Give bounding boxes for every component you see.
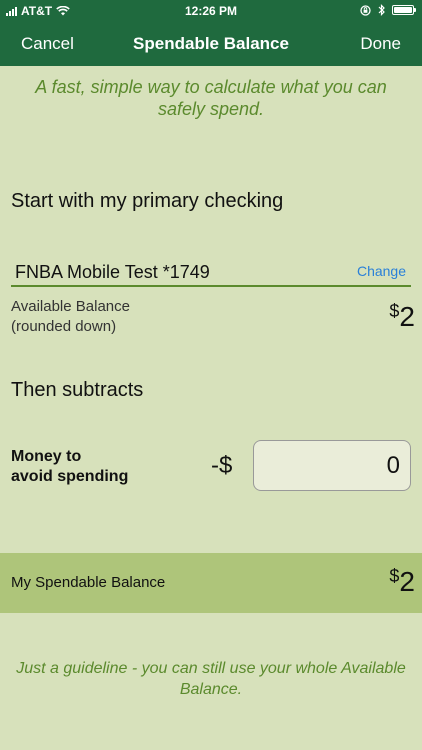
page-title: Spendable Balance [133,34,289,53]
guideline-text: Just a guideline - you can still use you… [16,660,406,698]
money-to-avoid-label-line2: avoid spending [11,468,129,485]
available-balance-value: 2 [399,301,415,332]
bluetooth-icon [378,4,385,16]
account-selector[interactable]: FNBA Mobile Test *1749 Change [11,258,411,287]
spendable-balance-value: 2 [399,566,415,597]
battery-icon [392,5,416,15]
tagline-text: A fast, simple way to calculate what you… [35,77,387,119]
money-to-avoid-label-line1: Money to [11,448,82,465]
spendable-balance-label: My Spendable Balance [11,574,166,591]
spendable-balance-row: My Spendable Balance $2 [0,553,422,613]
minus-dollar-prefix: -$ [211,452,233,479]
orientation-lock-icon [360,4,371,16]
spendable-balance-amount: $2 [389,566,415,598]
status-right [360,4,416,16]
available-balance-amount: $2 [389,301,415,333]
status-bar: AT&T 12:26 PM [0,0,422,22]
change-account-link[interactable]: Change [357,263,406,279]
navigation-bar: Cancel Spendable Balance Done [0,22,422,66]
money-to-avoid-input[interactable] [253,440,411,491]
subtract-section-title: Then subtracts [11,379,144,401]
available-balance-label: Available Balance (rounded down) [11,297,130,337]
available-balance-label-line1: Available Balance [11,298,130,315]
status-time: 12:26 PM [184,4,238,18]
available-currency-symbol: $ [389,301,400,321]
account-name: FNBA Mobile Test *1749 [15,262,210,282]
spendable-currency-symbol: $ [389,566,400,586]
start-section-title: Start with my primary checking [11,190,284,212]
done-button[interactable]: Done [360,34,401,54]
available-balance-label-line2: (rounded down) [11,318,117,335]
money-to-avoid-label: Money to avoid spending [11,447,128,487]
